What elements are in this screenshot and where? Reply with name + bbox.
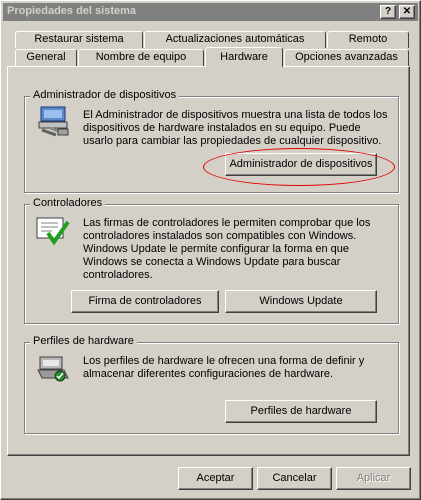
help-button[interactable]: ?: [380, 5, 396, 19]
device-manager-description: El Administrador de dispositivos muestra…: [83, 109, 388, 147]
ok-button[interactable]: Aceptar: [178, 467, 253, 490]
apply-button[interactable]: Aplicar: [336, 467, 411, 490]
annotation-circle: [203, 148, 395, 186]
tab-opciones-avanzadas[interactable]: Opciones avanzadas: [284, 49, 409, 66]
device-manager-group-title: Administrador de dispositivos: [30, 89, 180, 101]
drivers-group-title: Controladores: [30, 197, 106, 209]
device-manager-icon: [38, 106, 69, 137]
windows-update-button[interactable]: Windows Update: [225, 290, 377, 313]
close-button[interactable]: ✕: [399, 5, 415, 19]
driver-signing-icon: [36, 217, 70, 246]
cancel-button[interactable]: Cancelar: [257, 467, 332, 490]
apply-button-label: Aplicar: [356, 472, 391, 484]
title-bar[interactable]: Propiedades del sistema ? ✕: [3, 3, 418, 21]
tab-remoto[interactable]: Remoto: [327, 31, 409, 48]
tab-general[interactable]: General: [15, 49, 77, 66]
hardware-profiles-button[interactable]: Perfiles de hardware: [225, 400, 377, 423]
tab-hardware[interactable]: Hardware: [205, 47, 283, 67]
hardware-profiles-description: Los perfiles de hardware le ofrecen una …: [83, 355, 365, 380]
driver-signing-button[interactable]: Firma de controladores: [71, 290, 219, 313]
drivers-description: Las firmas de controladores le permiten …: [83, 217, 371, 281]
hardware-profiles-group-title: Perfiles de hardware: [30, 335, 137, 347]
tab-nombre-de-equipo[interactable]: Nombre de equipo: [78, 49, 204, 66]
hardware-profile-icon: [37, 356, 69, 382]
tab-restaurar-sistema[interactable]: Restaurar sistema: [15, 31, 143, 48]
system-properties-window: Propiedades del sistema ? ✕ Restaurar si…: [0, 0, 421, 500]
tab-actualizaciones-automaticas[interactable]: Actualizaciones automáticas: [144, 31, 326, 48]
window-title: Propiedades del sistema: [7, 5, 136, 17]
